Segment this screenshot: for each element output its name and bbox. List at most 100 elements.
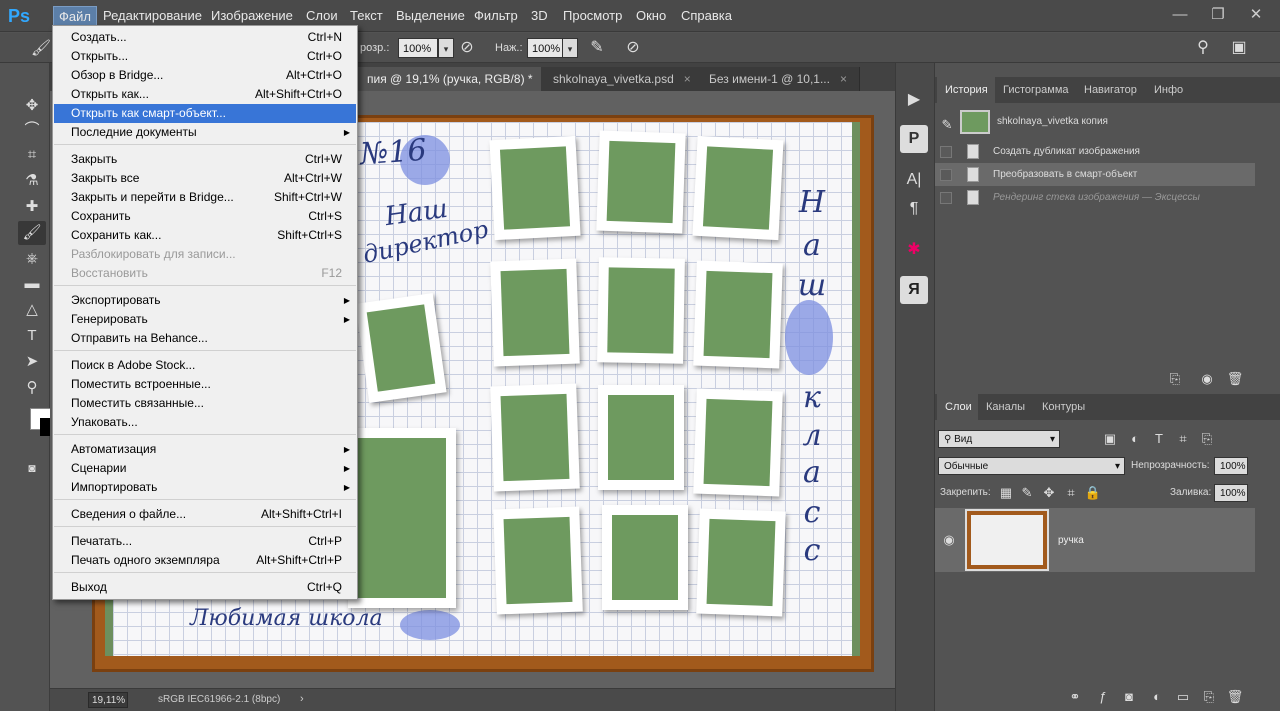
menu-item-print-one-copy[interactable]: Печать одного экземпляра Alt+Shift+Ctrl+P bbox=[54, 551, 356, 570]
zoom-level-field[interactable]: 19,11% bbox=[88, 692, 128, 708]
menu-item-scripts[interactable]: Сценарии ▶ bbox=[54, 459, 356, 478]
tab-shkolnaya-vivetka[interactable]: shkolnaya_vivetka.psd × bbox=[541, 67, 704, 91]
history-item-dimmed[interactable]: Рендеринг стека изображения — Эксцессы bbox=[935, 186, 1255, 209]
pressure-input[interactable]: 100% bbox=[527, 38, 567, 58]
healing-tool-icon[interactable]: ✚ bbox=[18, 195, 46, 219]
menu-item-open[interactable]: Открыть... Ctrl+O bbox=[54, 47, 356, 66]
brush-tool-icon[interactable]: 🖌 bbox=[18, 221, 46, 245]
menu-item-new[interactable]: Создать... Ctrl+N bbox=[54, 28, 356, 47]
paragraph-styles-icon[interactable]: P bbox=[900, 125, 928, 153]
menu-item-close-go-bridge[interactable]: Закрыть и перейти в Bridge... Shift+Ctrl+… bbox=[54, 188, 356, 207]
tab-history[interactable]: История bbox=[937, 77, 996, 103]
menu-item-exit[interactable]: Выход Ctrl+Q bbox=[54, 578, 356, 597]
filter-shape-icon[interactable]: ⌗ bbox=[1174, 430, 1192, 448]
history-item[interactable]: Создать дубликат изображения bbox=[935, 140, 1255, 163]
snapshot-camera-icon[interactable]: ◉ bbox=[1198, 370, 1216, 388]
history-source-checkbox[interactable] bbox=[940, 146, 952, 158]
lock-artboard-icon[interactable]: ⌗ bbox=[1062, 484, 1080, 502]
airbrush-icon[interactable]: ✎ bbox=[586, 37, 608, 59]
menu-item-open-as[interactable]: Открыть как... Alt+Shift+Ctrl+O bbox=[54, 85, 356, 104]
delete-state-icon[interactable]: 🗑 bbox=[1226, 370, 1244, 388]
layer-name[interactable]: ручка bbox=[1058, 535, 1084, 546]
menu-item-file-info[interactable]: Сведения о файле... Alt+Shift+Ctrl+I bbox=[54, 505, 356, 524]
lock-transparent-icon[interactable]: ▦ bbox=[997, 484, 1015, 502]
tab-navigator[interactable]: Навигатор bbox=[1076, 77, 1145, 103]
menu-item-save-as[interactable]: Сохранить как... Shift+Ctrl+S bbox=[54, 226, 356, 245]
history-source-checkbox[interactable] bbox=[940, 192, 952, 204]
menu-item-recent-documents[interactable]: Последние документы ▶ bbox=[54, 123, 356, 142]
blend-mode-select[interactable]: Обычные ▾ bbox=[938, 457, 1125, 475]
history-source-checkbox[interactable] bbox=[940, 169, 952, 181]
restore-button[interactable]: ❐ bbox=[1198, 2, 1238, 28]
menu-window[interactable]: Окно bbox=[631, 6, 671, 26]
menu-file[interactable]: Файл bbox=[53, 6, 97, 26]
menu-view[interactable]: Просмотр bbox=[558, 6, 627, 26]
opacity-input[interactable]: 100% bbox=[398, 38, 438, 58]
tab-histogram[interactable]: Гистограмма bbox=[995, 77, 1077, 103]
menu-item-save[interactable]: Сохранить Ctrl+S bbox=[54, 207, 356, 226]
menu-type[interactable]: Текст bbox=[345, 6, 388, 26]
filter-smart-object-icon[interactable]: ⎘ bbox=[1198, 430, 1216, 448]
lasso-tool-icon[interactable]: ⌒ bbox=[18, 118, 46, 142]
workspace-icon[interactable]: ▣ bbox=[1228, 37, 1250, 59]
tab-close-icon[interactable]: × bbox=[840, 72, 847, 86]
menu-edit[interactable]: Редактирование bbox=[98, 6, 207, 26]
menu-item-import[interactable]: Импортировать ▶ bbox=[54, 478, 356, 497]
lock-position-icon[interactable]: ✥ bbox=[1040, 484, 1058, 502]
lock-pixels-icon[interactable]: ✎ bbox=[1018, 484, 1036, 502]
move-tool-icon[interactable]: ✥ bbox=[18, 94, 46, 118]
new-adjustment-layer-icon[interactable]: ◐ bbox=[1148, 688, 1166, 706]
menu-item-close[interactable]: Закрыть Ctrl+W bbox=[54, 150, 356, 169]
add-mask-icon[interactable]: ◙ bbox=[1120, 688, 1138, 706]
gradient-tool-icon[interactable]: ▬ bbox=[18, 272, 46, 296]
brush-library-icon[interactable]: Я bbox=[900, 276, 928, 304]
tab-document-copy[interactable]: пия @ 19,1% (ручка, RGB/8) *× bbox=[355, 67, 563, 91]
tab-untitled[interactable]: Без имени-1 @ 10,1... × bbox=[697, 67, 860, 91]
menu-image[interactable]: Изображение bbox=[206, 6, 298, 26]
menu-item-print[interactable]: Печатать... Ctrl+P bbox=[54, 532, 356, 551]
menu-item-export[interactable]: Экспортировать ▶ bbox=[54, 291, 356, 310]
tab-layers[interactable]: Слои bbox=[937, 394, 980, 420]
visibility-eye-icon[interactable]: ◉ bbox=[940, 531, 958, 549]
new-group-icon[interactable]: ▭ bbox=[1174, 688, 1192, 706]
menu-filter[interactable]: Фильтр bbox=[469, 6, 523, 26]
filter-pixel-icon[interactable]: ▣ bbox=[1101, 430, 1119, 448]
layer-thumbnail[interactable] bbox=[965, 509, 1049, 571]
snapshot-name[interactable]: shkolnaya_vivetka копия bbox=[997, 116, 1108, 127]
tab-channels[interactable]: Каналы bbox=[978, 394, 1034, 420]
swatches-icon[interactable]: ✱ bbox=[900, 236, 928, 264]
pressure-dropdown[interactable]: ▾ bbox=[562, 38, 578, 58]
menu-item-share-behance[interactable]: Отправить на Behance... bbox=[54, 329, 356, 348]
crop-tool-icon[interactable]: ⌗ bbox=[18, 143, 46, 167]
menu-item-search-adobe-stock[interactable]: Поиск в Adobe Stock... bbox=[54, 356, 356, 375]
eyedropper-tool-icon[interactable]: ⚗ bbox=[18, 169, 46, 193]
menu-item-close-all[interactable]: Закрыть все Alt+Ctrl+W bbox=[54, 169, 356, 188]
menu-item-open-as-smart-object[interactable]: Открыть как смарт-объект... bbox=[54, 104, 356, 123]
layer-style-fx-icon[interactable]: ƒ bbox=[1094, 688, 1112, 706]
layer-fill-input[interactable]: 100% bbox=[1214, 484, 1248, 502]
pressure-size-icon[interactable]: ⊘ bbox=[622, 37, 644, 59]
new-layer-icon[interactable]: ⎘ bbox=[1200, 688, 1218, 706]
character-icon[interactable]: A| bbox=[900, 166, 928, 194]
actions-play-icon[interactable]: ▶ bbox=[900, 86, 928, 114]
link-layers-icon[interactable]: ⚭ bbox=[1066, 688, 1084, 706]
dodge-tool-icon[interactable]: △ bbox=[18, 298, 46, 322]
menu-item-automate[interactable]: Автоматизация ▶ bbox=[54, 440, 356, 459]
search-icon[interactable]: ⚲ bbox=[1192, 37, 1214, 59]
tab-close-icon[interactable]: × bbox=[684, 72, 691, 86]
menu-item-browse-bridge[interactable]: Обзор в Bridge... Alt+Ctrl+O bbox=[54, 66, 356, 85]
menu-item-place-embedded[interactable]: Поместить встроенные... bbox=[54, 375, 356, 394]
menu-item-generate[interactable]: Генерировать ▶ bbox=[54, 310, 356, 329]
new-document-from-state-icon[interactable]: ⎘ bbox=[1166, 370, 1184, 388]
close-window-button[interactable]: ✕ bbox=[1236, 2, 1276, 28]
menu-select[interactable]: Выделение bbox=[391, 6, 470, 26]
delete-layer-icon[interactable]: 🗑 bbox=[1226, 688, 1244, 706]
menu-help[interactable]: Справка bbox=[676, 6, 737, 26]
filter-type-icon[interactable]: T bbox=[1150, 430, 1168, 448]
menu-item-package[interactable]: Упаковать... bbox=[54, 413, 356, 432]
type-tool-icon[interactable]: T bbox=[18, 324, 46, 348]
paragraph-icon[interactable]: ¶ bbox=[900, 195, 928, 223]
status-menu-arrow[interactable]: › bbox=[300, 693, 304, 705]
layer-opacity-input[interactable]: 100% bbox=[1214, 457, 1248, 475]
history-brush-icon[interactable]: ✎ bbox=[938, 116, 956, 134]
